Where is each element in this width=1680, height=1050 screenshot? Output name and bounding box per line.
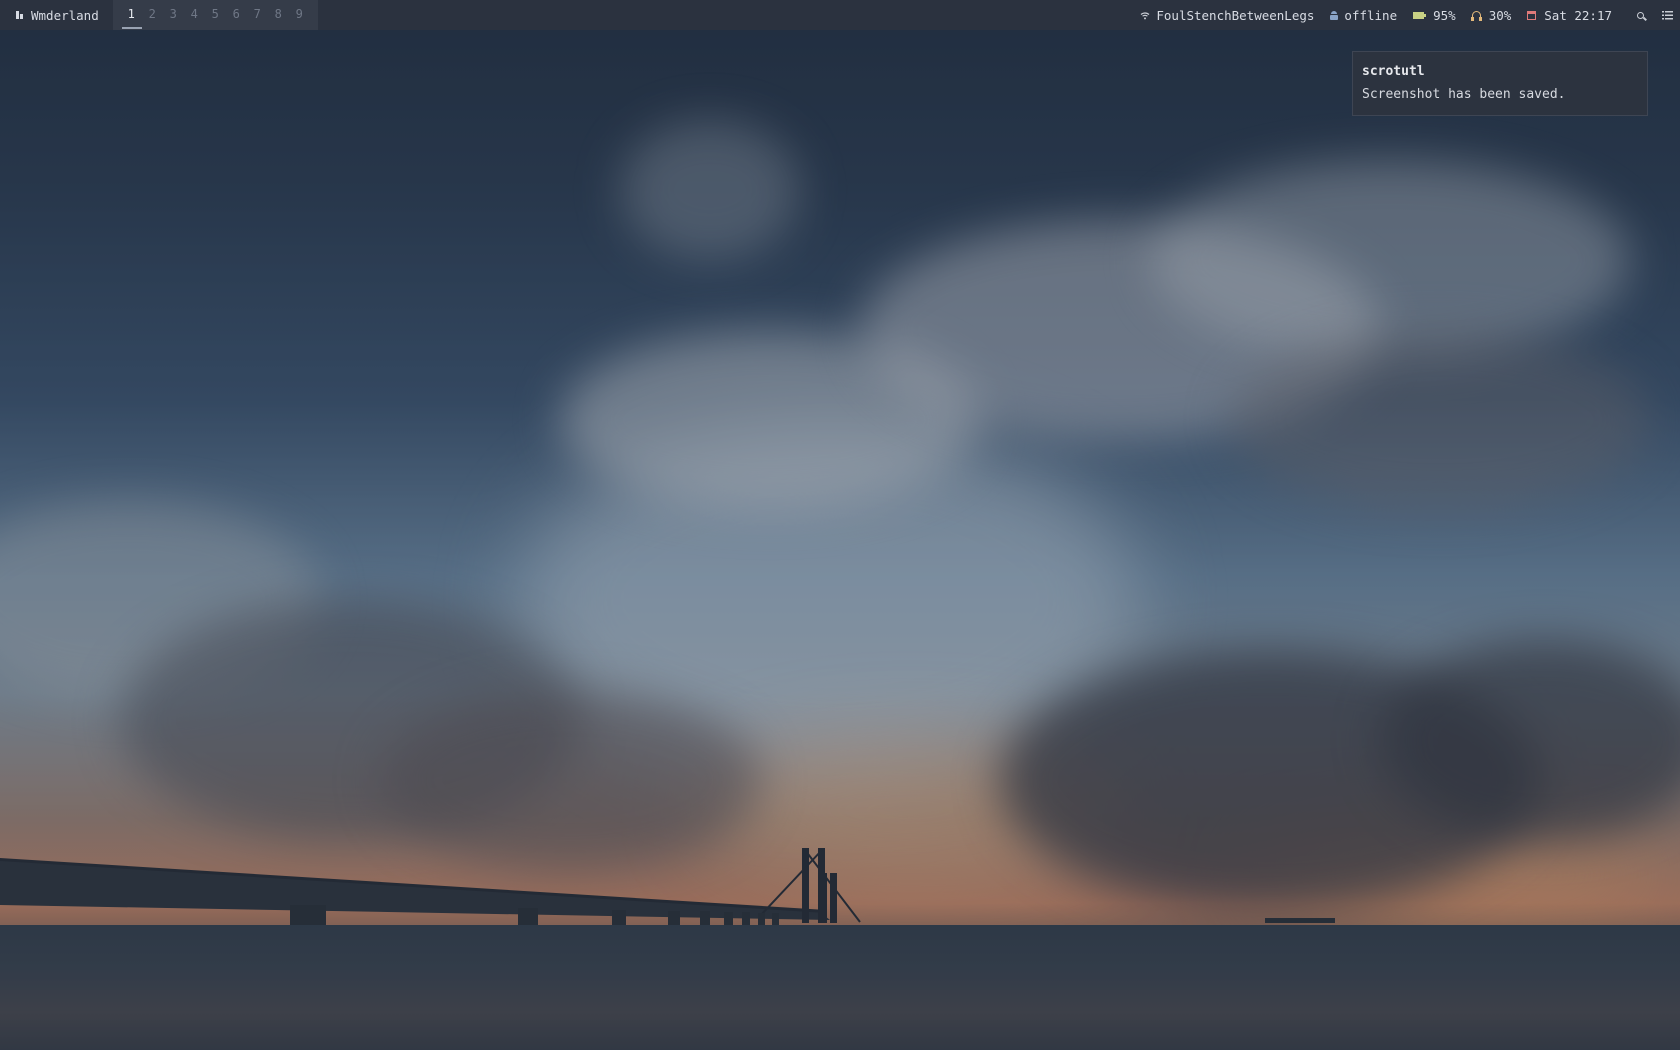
workspace-9[interactable]: 9 <box>289 0 310 30</box>
menu-button[interactable] <box>1654 0 1680 30</box>
desktop-wallpaper <box>0 0 1680 1050</box>
workspace-1[interactable]: 1 <box>121 0 142 30</box>
battery-module[interactable]: 95% <box>1413 8 1456 23</box>
clock-time: Sat 22:17 <box>1544 7 1612 23</box>
top-bar: Wmderland 1 2 3 4 5 6 7 8 9 FoulStenchBe… <box>0 0 1680 30</box>
wifi-module[interactable]: FoulStenchBetweenLegs <box>1140 8 1314 23</box>
headphones-icon <box>1470 11 1482 21</box>
workspace-5[interactable]: 5 <box>205 0 226 30</box>
wm-layout-icon <box>16 11 23 19</box>
clock-module[interactable]: Sat 22:17 <box>1527 8 1612 23</box>
workspace-2[interactable]: 2 <box>142 0 163 30</box>
volume-level: 30% <box>1488 7 1512 23</box>
notification-body: Screenshot has been saved. <box>1362 87 1566 102</box>
network-module[interactable]: offline <box>1330 8 1397 23</box>
workspace-8[interactable]: 8 <box>268 0 289 30</box>
search-icon <box>1636 11 1644 19</box>
workspace-7[interactable]: 7 <box>247 0 268 30</box>
search-button[interactable] <box>1626 0 1654 30</box>
calendar-icon <box>1527 10 1537 20</box>
notification-popup[interactable]: scrotutl Screenshot has been saved. <box>1352 51 1648 116</box>
wifi-ssid: FoulStenchBetweenLegs <box>1156 7 1315 23</box>
battery-icon <box>1413 11 1427 19</box>
notification-summary: scrotutl <box>1362 64 1425 79</box>
volume-module[interactable]: 30% <box>1470 7 1512 23</box>
workspace-4[interactable]: 4 <box>184 0 205 30</box>
workspace-switcher: 1 2 3 4 5 6 7 8 9 <box>112 0 318 30</box>
battery-level: 95% <box>1433 7 1456 23</box>
list-icon <box>1661 8 1673 23</box>
wm-name: Wmderland <box>31 7 99 23</box>
wifi-icon <box>1140 8 1150 23</box>
workspace-3[interactable]: 3 <box>163 0 184 30</box>
network-icon <box>1330 10 1339 20</box>
workspace-6[interactable]: 6 <box>226 0 247 30</box>
wm-label[interactable]: Wmderland <box>0 0 113 30</box>
network-status: offline <box>1344 7 1398 23</box>
